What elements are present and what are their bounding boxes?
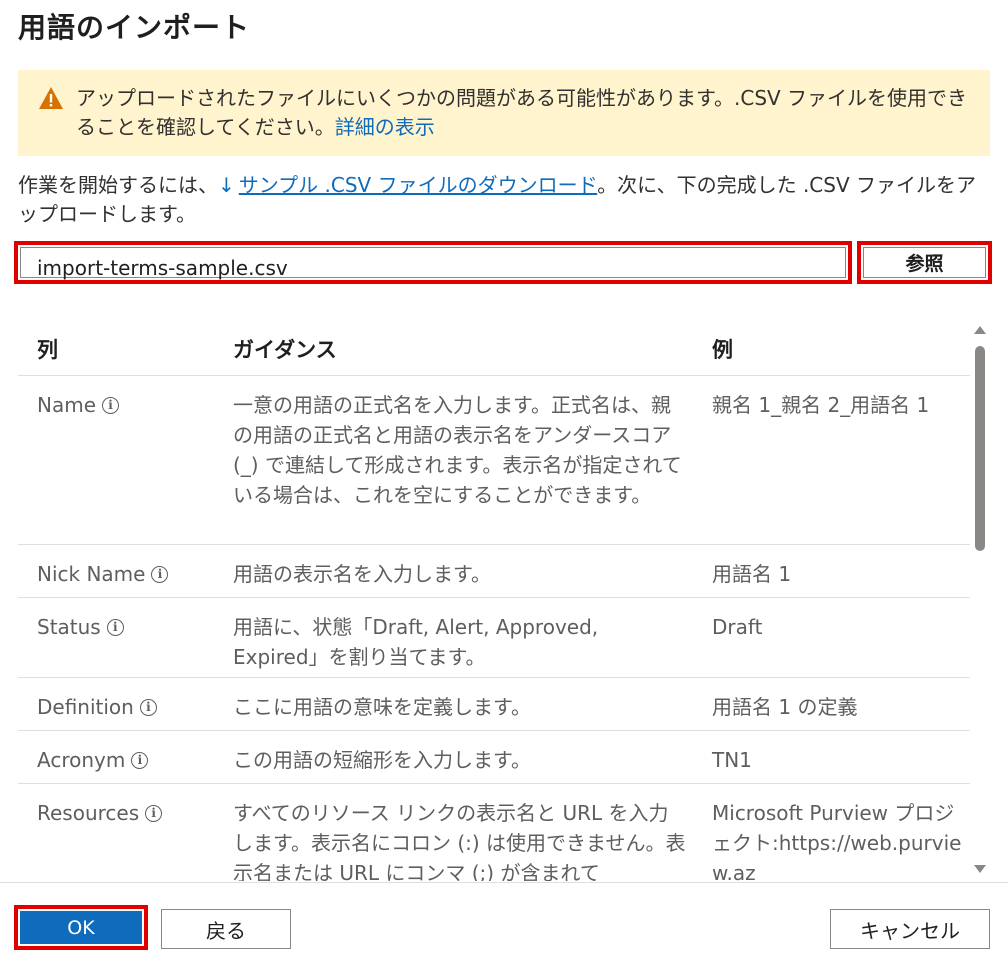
ok-button[interactable]: OK	[14, 905, 148, 950]
file-input[interactable]: import-terms-sample.csv	[14, 241, 852, 284]
warning-text: アップロードされたファイルにいくつかの問題がある可能性があります。.CSV ファ…	[76, 84, 976, 142]
info-icon[interactable]: i	[139, 699, 157, 716]
row-example: TN1	[712, 748, 752, 772]
browse-button[interactable]: 参照	[857, 241, 992, 284]
header-column: 列	[37, 338, 58, 362]
row-guidance: すべてのリソース リンクの表示名と URL を入力します。表示名にコロン (:)…	[233, 801, 686, 881]
table-row: Definition i ここに用語の意味を定義します。 用語名 1 の定義	[18, 678, 970, 731]
intro-text: 作業を開始するには、↓ サンプル .CSV ファイルのダウンロード。次に、下の完成…	[18, 171, 993, 229]
scroll-up-arrow-icon[interactable]	[974, 326, 986, 334]
table-scrollbar[interactable]	[970, 318, 990, 881]
row-guidance: 用語の表示名を入力します。	[233, 562, 491, 586]
warning-message: アップロードされたファイルにいくつかの問題がある可能性があります。.CSV ファ…	[76, 86, 968, 139]
row-guidance: この用語の短縮形を入力します。	[233, 748, 531, 772]
row-example: Draft	[712, 615, 763, 639]
info-icon[interactable]: i	[131, 752, 149, 769]
row-name-cell: Acronym i	[37, 745, 217, 775]
row-example: Microsoft Purview プロジェクト:https://web.pur…	[712, 801, 962, 881]
row-guidance: 一意の用語の正式名を入力します。正式名は、親の用語の正式名と用語の表示名をアンダ…	[233, 393, 682, 507]
scroll-down-arrow-icon[interactable]	[974, 865, 986, 873]
back-button[interactable]: 戻る	[161, 909, 291, 949]
download-icon: ↓	[218, 173, 235, 197]
guidance-table: 列 ガイダンス 例 Name i 一意の用語の正式名を入力します。正式名は、親の用…	[18, 318, 970, 881]
row-name: Name	[37, 393, 97, 417]
table-row: Resources i すべてのリソース リンクの表示名と URL を入力します。…	[18, 784, 970, 881]
table-row: Acronym i この用語の短縮形を入力します。 TN1	[18, 731, 970, 784]
file-name: import-terms-sample.csv	[37, 256, 288, 280]
row-name-cell: Status i	[37, 612, 217, 642]
details-link[interactable]: 詳細の表示	[335, 115, 435, 139]
table-row: Status i 用語に、状態「Draft, Alert, Approved, E…	[18, 598, 970, 678]
row-name: Status	[37, 615, 101, 639]
row-name: Nick Name	[37, 562, 146, 586]
row-example: 親名 1_親名 2_用語名 1	[712, 393, 930, 417]
warning-icon	[39, 87, 63, 109]
info-icon[interactable]: i	[102, 397, 120, 414]
header-guidance: ガイダンス	[233, 338, 337, 362]
row-name-cell: Resources i	[37, 798, 217, 828]
cancel-button[interactable]: キャンセル	[830, 909, 990, 949]
row-guidance: ここに用語の意味を定義します。	[233, 695, 531, 719]
warning-banner: アップロードされたファイルにいくつかの問題がある可能性があります。.CSV ファ…	[18, 70, 990, 156]
intro-before: 作業を開始するには、	[18, 173, 218, 197]
table-header: 列 ガイダンス 例	[18, 318, 970, 376]
dialog-title: 用語のインポート	[18, 11, 251, 44]
row-name-cell: Name i	[37, 390, 217, 420]
row-name-cell: Nick Name i	[37, 559, 217, 589]
row-example: 用語名 1 の定義	[712, 695, 858, 719]
row-name: Acronym	[37, 748, 126, 772]
header-example: 例	[712, 338, 733, 362]
browse-button-label[interactable]: 参照	[863, 247, 986, 278]
info-icon[interactable]: i	[151, 566, 169, 583]
table-row: Nick Name i 用語の表示名を入力します。 用語名 1	[18, 545, 970, 598]
row-name: Resources	[37, 801, 140, 825]
row-guidance: 用語に、状態「Draft, Alert, Approved, Expired」を…	[233, 615, 599, 669]
info-icon[interactable]: i	[145, 805, 163, 822]
row-example: 用語名 1	[712, 562, 792, 586]
footer-divider	[0, 882, 1008, 883]
row-name-cell: Definition i	[37, 692, 217, 722]
file-input-box[interactable]: import-terms-sample.csv	[20, 247, 846, 280]
row-name: Definition	[37, 695, 134, 719]
table-row: Name i 一意の用語の正式名を入力します。正式名は、親の用語の正式名と用語の表…	[18, 376, 970, 545]
scroll-thumb[interactable]	[975, 346, 985, 551]
info-icon[interactable]: i	[106, 619, 124, 636]
ok-button-label[interactable]: OK	[20, 911, 142, 944]
download-sample-link[interactable]: サンプル .CSV ファイルのダウンロード	[239, 173, 597, 197]
